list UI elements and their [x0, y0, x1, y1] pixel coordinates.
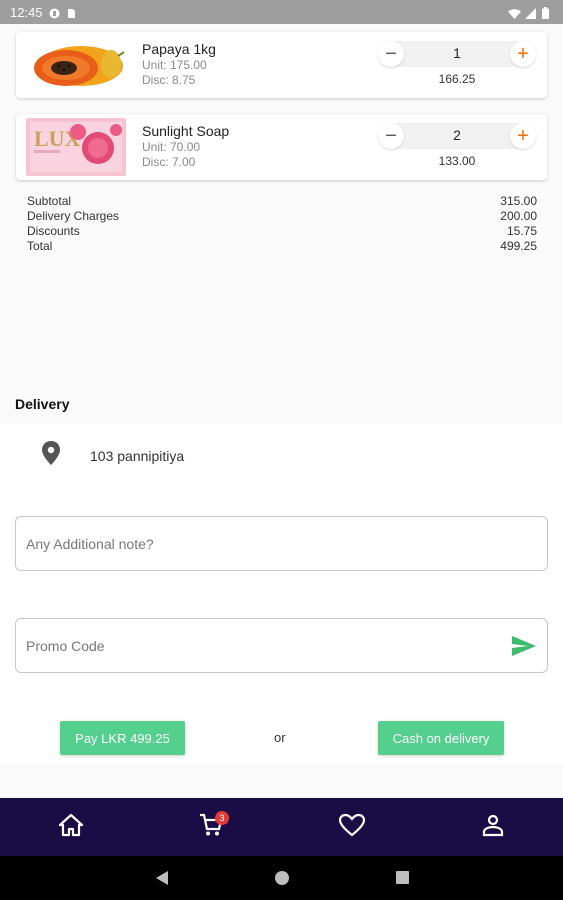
cart-count-badge: 3 [215, 811, 229, 825]
line-total: 133.00 [438, 154, 476, 168]
delivery-address[interactable]: 103 pannipitiya [40, 440, 184, 471]
summary-row-delivery: Delivery Charges 200.00 [27, 209, 537, 224]
quantity-stepper: − 2 + [378, 123, 536, 149]
wifi-icon [508, 7, 521, 19]
increase-quantity-button[interactable]: + [510, 41, 536, 67]
decrease-quantity-button[interactable]: − [378, 123, 404, 149]
delivery-panel [0, 424, 563, 764]
quantity-stepper: − 1 + [378, 41, 536, 67]
quantity-value: 2 [453, 127, 461, 143]
promo-code-field [15, 618, 548, 673]
product-discount: Disc: 8.75 [142, 73, 196, 87]
nav-home-tab[interactable] [56, 812, 86, 842]
person-icon [481, 813, 505, 842]
summary-value: 499.25 [500, 239, 537, 253]
product-unit-price: Unit: 70.00 [142, 140, 201, 154]
location-pin-icon [40, 440, 62, 471]
summary-label: Delivery Charges [27, 209, 120, 223]
product-image-soap: LUX [26, 118, 126, 176]
line-total: 166.25 [438, 72, 476, 86]
cart-item-card: LUX Sunlight Soap Unit: 70.00 Disc: 7.00… [16, 114, 547, 180]
pay-online-button[interactable]: Pay LKR 499.25 [60, 721, 185, 755]
back-icon[interactable] [155, 870, 169, 891]
summary-row-discounts: Discounts 15.75 [27, 224, 537, 239]
additional-note-input[interactable] [26, 535, 537, 552]
summary-label: Discounts [27, 224, 80, 238]
summary-value: 200.00 [500, 209, 537, 223]
home-circle-icon[interactable] [274, 870, 290, 891]
product-name: Sunlight Soap [142, 123, 230, 139]
product-name: Papaya 1kg [142, 41, 216, 57]
summary-value: 15.75 [506, 224, 537, 238]
or-separator: or [274, 730, 286, 745]
promo-code-input[interactable] [26, 637, 505, 654]
decrease-quantity-button[interactable]: − [378, 41, 404, 67]
home-icon [58, 813, 84, 842]
summary-label: Total [27, 239, 53, 253]
signal-icon [525, 7, 536, 19]
delivery-heading: Delivery [15, 396, 70, 412]
battery-icon [542, 6, 553, 19]
status-time: 12:45 [10, 4, 43, 20]
summary-value: 315.00 [500, 194, 537, 208]
increase-quantity-button[interactable]: + [510, 123, 536, 149]
summary-row-total: Total 499.25 [27, 239, 537, 254]
bottom-navigation: 3 [0, 798, 563, 856]
product-unit-price: Unit: 175.00 [142, 58, 207, 72]
summary-label: Subtotal [27, 194, 72, 208]
heart-icon [338, 813, 366, 842]
summary-row-subtotal: Subtotal 315.00 [27, 194, 537, 209]
quantity-value: 1 [453, 45, 461, 61]
system-navigation-bar [0, 856, 563, 900]
recent-apps-icon[interactable] [395, 870, 410, 890]
sd-card-icon [66, 7, 77, 18]
nav-favorites-tab[interactable] [337, 812, 367, 842]
status-bar: 12:45 [0, 0, 563, 24]
cart-item-card: Papaya 1kg Unit: 175.00 Disc: 8.75 − 1 +… [16, 32, 547, 98]
address-text: 103 pannipitiya [90, 447, 185, 464]
product-discount: Disc: 7.00 [142, 155, 196, 169]
nav-profile-tab[interactable] [478, 812, 508, 842]
additional-note-field [15, 516, 548, 571]
product-image-papaya [26, 36, 126, 94]
nav-cart-tab[interactable]: 3 [196, 811, 229, 842]
order-summary: Subtotal 315.00 Delivery Charges 200.00 … [27, 194, 537, 254]
send-promo-icon[interactable] [511, 632, 537, 660]
notification-icon [49, 7, 60, 18]
cash-on-delivery-button[interactable]: Cash on delivery [378, 721, 504, 755]
